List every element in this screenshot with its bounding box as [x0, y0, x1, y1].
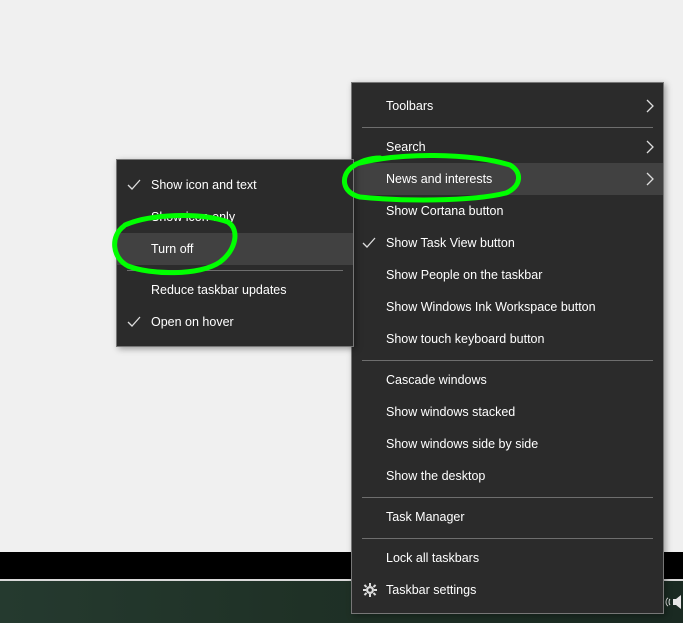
- menu-separator: [362, 538, 653, 539]
- menu-item-label: Show windows stacked: [386, 405, 516, 419]
- checkmark-icon: [362, 237, 376, 248]
- submenu-item-show-icon-only[interactable]: Show icon only: [117, 201, 353, 233]
- menu-item-show-windows-stacked[interactable]: Show windows stacked: [352, 396, 663, 428]
- taskbar-context-menu: Toolbars Search News and interests Show …: [351, 82, 664, 614]
- menu-item-label: Toolbars: [386, 99, 434, 113]
- checkmark-icon: [127, 316, 141, 327]
- submenu-item-label: Open on hover: [151, 315, 234, 329]
- speaker-icon[interactable]: [664, 594, 683, 610]
- submenu-item-label: Turn off: [151, 242, 194, 256]
- news-and-interests-submenu: Show icon and text Show icon only Turn o…: [116, 159, 354, 347]
- menu-item-show-task-view-button[interactable]: Show Task View button: [352, 227, 663, 259]
- menu-item-label: Show Task View button: [386, 236, 515, 250]
- menu-separator: [362, 360, 653, 361]
- menu-item-label: Show Windows Ink Workspace button: [386, 300, 596, 314]
- chevron-right-icon: [646, 140, 654, 154]
- menu-separator: [127, 270, 343, 271]
- menu-item-show-windows-ink[interactable]: Show Windows Ink Workspace button: [352, 291, 663, 323]
- menu-separator: [362, 127, 653, 128]
- menu-item-cascade-windows[interactable]: Cascade windows: [352, 364, 663, 396]
- menu-item-label: News and interests: [386, 172, 493, 186]
- menu-separator: [362, 497, 653, 498]
- menu-item-label: Lock all taskbars: [386, 551, 480, 565]
- gear-icon: [363, 583, 377, 597]
- menu-item-label: Search: [386, 140, 426, 154]
- menu-item-search[interactable]: Search: [352, 131, 663, 163]
- menu-item-show-people[interactable]: Show People on the taskbar: [352, 259, 663, 291]
- menu-item-news-and-interests[interactable]: News and interests: [352, 163, 663, 195]
- menu-item-label: Show windows side by side: [386, 437, 539, 451]
- chevron-right-icon: [646, 99, 654, 113]
- submenu-item-open-on-hover[interactable]: Open on hover: [117, 306, 353, 338]
- menu-item-show-cortana-button[interactable]: Show Cortana button: [352, 195, 663, 227]
- menu-item-lock-all-taskbars[interactable]: Lock all taskbars: [352, 542, 663, 574]
- submenu-item-show-icon-and-text[interactable]: Show icon and text: [117, 169, 353, 201]
- checkmark-icon: [127, 179, 141, 190]
- menu-item-toolbars[interactable]: Toolbars: [352, 90, 663, 122]
- submenu-item-reduce-taskbar-updates[interactable]: Reduce taskbar updates: [117, 274, 353, 306]
- menu-item-label: Show touch keyboard button: [386, 332, 545, 346]
- submenu-item-label: Reduce taskbar updates: [151, 283, 287, 297]
- chevron-right-icon: [646, 172, 654, 186]
- menu-item-show-touch-keyboard[interactable]: Show touch keyboard button: [352, 323, 663, 355]
- menu-item-label: Show Cortana button: [386, 204, 504, 218]
- menu-item-label: Show the desktop: [386, 469, 486, 483]
- submenu-item-label: Show icon and text: [151, 178, 257, 192]
- menu-item-show-windows-side-by-side[interactable]: Show windows side by side: [352, 428, 663, 460]
- menu-item-label: Task Manager: [386, 510, 465, 524]
- submenu-item-label: Show icon only: [151, 210, 236, 224]
- menu-item-show-the-desktop[interactable]: Show the desktop: [352, 460, 663, 492]
- menu-item-label: Show People on the taskbar: [386, 268, 543, 282]
- menu-item-label: Cascade windows: [386, 373, 487, 387]
- menu-item-task-manager[interactable]: Task Manager: [352, 501, 663, 533]
- menu-item-label: Taskbar settings: [386, 583, 477, 597]
- submenu-item-turn-off[interactable]: Turn off: [117, 233, 353, 265]
- menu-item-taskbar-settings[interactable]: Taskbar settings: [352, 574, 663, 606]
